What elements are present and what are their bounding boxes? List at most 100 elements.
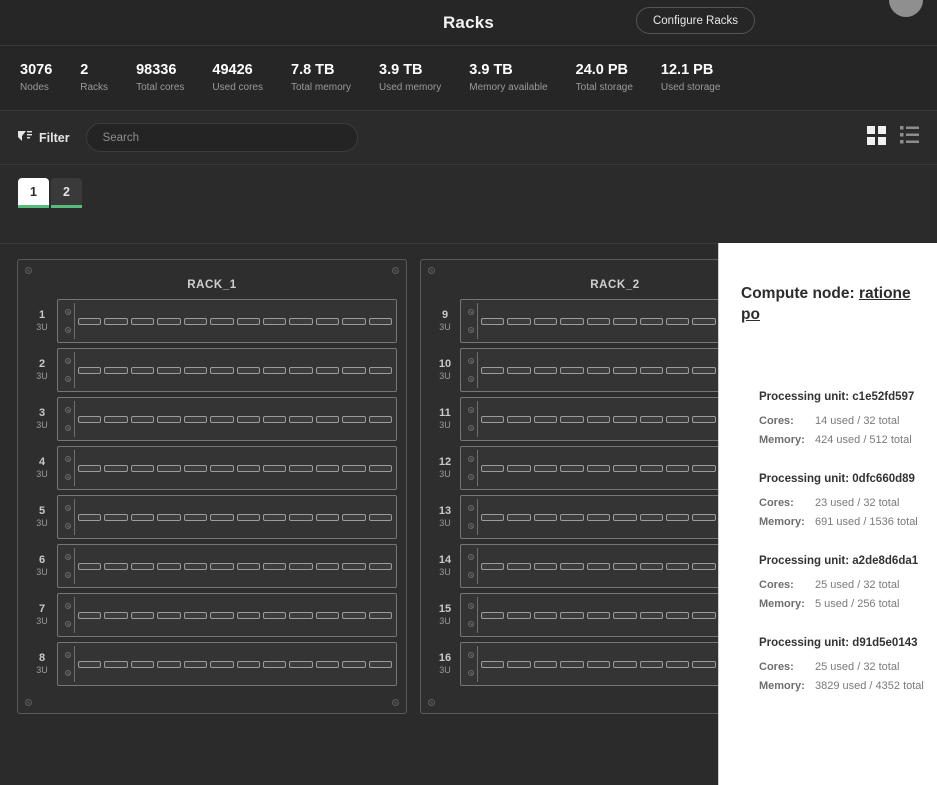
compute-node[interactable]	[262, 513, 287, 521]
compute-node[interactable]	[560, 660, 584, 668]
compute-node[interactable]	[665, 415, 690, 423]
compute-node[interactable]	[692, 562, 716, 570]
compute-node[interactable]	[507, 660, 531, 668]
compute-node[interactable]	[210, 513, 234, 521]
compute-node[interactable]	[315, 513, 340, 521]
compute-node[interactable]	[613, 660, 637, 668]
compute-node[interactable]	[210, 611, 234, 619]
configure-racks-button[interactable]: Configure Racks	[635, 7, 755, 34]
compute-node[interactable]	[665, 660, 690, 668]
compute-node[interactable]	[639, 366, 663, 374]
compute-node[interactable]	[507, 415, 531, 423]
compute-node[interactable]	[481, 366, 505, 374]
compute-node[interactable]	[342, 415, 366, 423]
compute-node[interactable]	[560, 464, 584, 472]
compute-node[interactable]	[236, 562, 260, 570]
compute-node[interactable]	[665, 611, 690, 619]
compute-node[interactable]	[78, 366, 102, 374]
compute-node[interactable]	[130, 464, 155, 472]
compute-node[interactable]	[210, 366, 234, 374]
compute-node[interactable]	[507, 611, 531, 619]
compute-node[interactable]	[262, 366, 287, 374]
compute-node[interactable]	[560, 611, 584, 619]
compute-node[interactable]	[183, 611, 208, 619]
compute-node[interactable]	[613, 611, 637, 619]
compute-node[interactable]	[692, 611, 716, 619]
compute-node[interactable]	[692, 464, 716, 472]
compute-node[interactable]	[613, 415, 637, 423]
compute-node[interactable]	[368, 366, 393, 374]
compute-node[interactable]	[289, 660, 313, 668]
compute-node[interactable]	[368, 562, 393, 570]
compute-node[interactable]	[560, 317, 584, 325]
compute-node[interactable]	[481, 415, 505, 423]
compute-node[interactable]	[157, 415, 181, 423]
list-view-icon[interactable]	[900, 125, 919, 150]
compute-node[interactable]	[157, 660, 181, 668]
compute-node[interactable]	[315, 366, 340, 374]
compute-node[interactable]	[639, 660, 663, 668]
compute-node[interactable]	[130, 415, 155, 423]
compute-node[interactable]	[533, 415, 558, 423]
compute-node[interactable]	[315, 317, 340, 325]
compute-node[interactable]	[533, 366, 558, 374]
compute-node[interactable]	[130, 562, 155, 570]
compute-node[interactable]	[157, 562, 181, 570]
compute-node[interactable]	[289, 366, 313, 374]
compute-node[interactable]	[507, 464, 531, 472]
compute-node[interactable]	[560, 366, 584, 374]
compute-node[interactable]	[586, 415, 611, 423]
grid-view-icon[interactable]	[867, 125, 886, 150]
compute-node[interactable]	[613, 464, 637, 472]
compute-node[interactable]	[157, 366, 181, 374]
compute-node[interactable]	[342, 317, 366, 325]
compute-node[interactable]	[586, 464, 611, 472]
compute-node[interactable]	[289, 317, 313, 325]
rack-page-tab-1[interactable]: 1	[18, 178, 49, 208]
compute-node[interactable]	[236, 366, 260, 374]
compute-node[interactable]	[78, 660, 102, 668]
compute-node[interactable]	[157, 464, 181, 472]
compute-node[interactable]	[613, 513, 637, 521]
compute-node[interactable]	[481, 562, 505, 570]
compute-node[interactable]	[236, 513, 260, 521]
compute-node[interactable]	[368, 415, 393, 423]
compute-node[interactable]	[342, 513, 366, 521]
compute-node[interactable]	[533, 317, 558, 325]
compute-node[interactable]	[210, 317, 234, 325]
compute-node[interactable]	[104, 464, 128, 472]
compute-node[interactable]	[183, 464, 208, 472]
compute-node[interactable]	[236, 660, 260, 668]
compute-node[interactable]	[560, 513, 584, 521]
compute-node[interactable]	[315, 611, 340, 619]
compute-node[interactable]	[639, 415, 663, 423]
compute-node[interactable]	[183, 415, 208, 423]
compute-node[interactable]	[210, 562, 234, 570]
compute-node[interactable]	[639, 562, 663, 570]
compute-node[interactable]	[262, 660, 287, 668]
compute-node[interactable]	[639, 611, 663, 619]
compute-node[interactable]	[560, 562, 584, 570]
compute-node[interactable]	[665, 317, 690, 325]
compute-node[interactable]	[560, 415, 584, 423]
compute-node[interactable]	[289, 415, 313, 423]
compute-node[interactable]	[157, 513, 181, 521]
compute-node[interactable]	[613, 366, 637, 374]
compute-node[interactable]	[665, 562, 690, 570]
compute-node[interactable]	[613, 317, 637, 325]
compute-node[interactable]	[183, 562, 208, 570]
compute-node[interactable]	[104, 611, 128, 619]
compute-node[interactable]	[368, 317, 393, 325]
filter-button[interactable]: Filter	[18, 130, 70, 145]
compute-node[interactable]	[104, 415, 128, 423]
compute-node[interactable]	[157, 611, 181, 619]
compute-node[interactable]	[78, 415, 102, 423]
compute-node[interactable]	[368, 611, 393, 619]
compute-node[interactable]	[692, 415, 716, 423]
search-input[interactable]	[85, 123, 358, 152]
compute-node[interactable]	[315, 562, 340, 570]
compute-node[interactable]	[692, 660, 716, 668]
compute-node[interactable]	[639, 317, 663, 325]
compute-node[interactable]	[507, 317, 531, 325]
compute-node[interactable]	[481, 513, 505, 521]
